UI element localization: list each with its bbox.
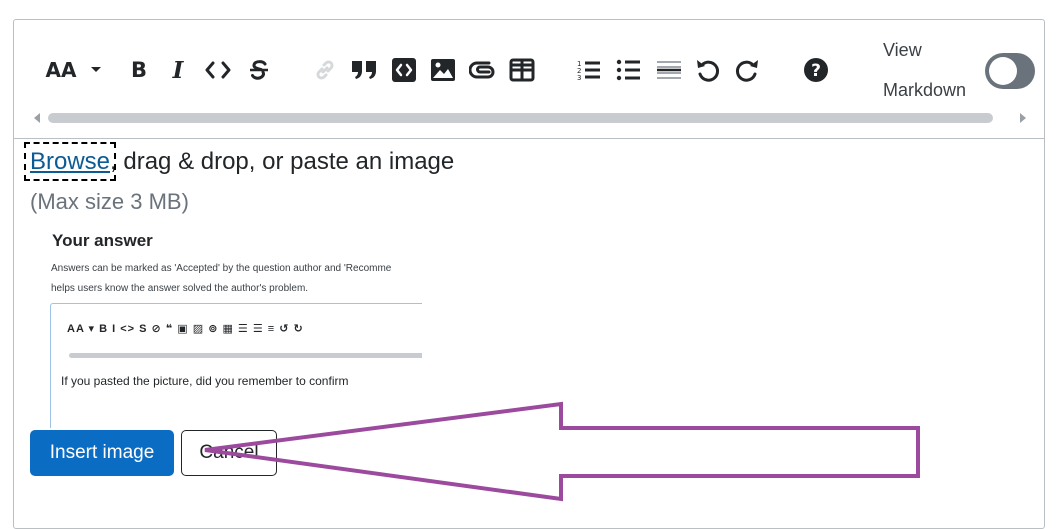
markdown-label: Markdown (883, 80, 967, 100)
cancel-button[interactable]: Cancel (181, 430, 277, 476)
code-icon (205, 61, 231, 79)
code-button[interactable] (204, 56, 232, 84)
view-label: View (883, 40, 922, 60)
link-icon (316, 60, 334, 80)
scroll-left-icon[interactable] (34, 113, 40, 123)
image-icon (431, 59, 455, 81)
italic-icon: I (172, 56, 184, 84)
help-button[interactable]: ? (802, 56, 830, 84)
markdown-toggle[interactable] (985, 53, 1035, 89)
preview-toolbar: AA ▾ B I <> S ⊘ ❝ ▣ ▨ ⊚ ▦ ☰ ☰ ≡ ↺ ↻ (67, 323, 304, 335)
preview-scrollbar (69, 353, 422, 358)
bold-icon: B (130, 58, 147, 82)
preview-desc-line2: helps users know the answer solved the a… (51, 283, 309, 294)
heading-dropdown[interactable] (88, 56, 104, 84)
image-button[interactable] (429, 56, 457, 84)
scroll-right-icon[interactable] (1020, 113, 1026, 123)
preview-editor: AA ▾ B I <> S ⊘ ❝ ▣ ▨ ⊚ ▦ ☰ ☰ ≡ ↺ ↻ If y… (50, 303, 422, 428)
unordered-list-icon (616, 59, 640, 81)
editor-toolbar: AA B I 1 2 3 ? View Markdown (14, 20, 1044, 139)
upload-prompt-text: , drag & drop, or paste an image (110, 148, 455, 175)
strikethrough-button[interactable] (248, 56, 270, 84)
upload-prompt: Browse, drag & drop, or paste an image (23, 142, 455, 181)
code-block-button[interactable] (390, 56, 418, 84)
redo-icon (735, 60, 758, 82)
blockquote-icon (352, 61, 376, 79)
preview-desc-line1: Answers can be marked as 'Accepted' by t… (51, 263, 392, 274)
help-icon: ? (804, 58, 828, 82)
horizontal-rule-icon (657, 61, 681, 79)
bold-button[interactable]: B (128, 56, 150, 84)
ordered-list-icon: 123 (577, 60, 600, 82)
unordered-list-button[interactable] (615, 56, 643, 84)
undo-icon (697, 60, 720, 82)
toggle-knob (989, 57, 1017, 85)
chevron-down-icon (91, 67, 101, 72)
preview-title: Your answer (52, 231, 153, 250)
attachment-button[interactable] (468, 56, 496, 84)
attachment-icon (469, 61, 495, 79)
table-icon (509, 58, 535, 82)
insert-image-button[interactable]: Insert image (30, 430, 174, 476)
table-button[interactable] (508, 56, 536, 84)
max-size-note: (Max size 3 MB) (30, 189, 189, 214)
image-upload-editor: AA B I 1 2 3 ? View Markdown Browse, dra… (13, 19, 1045, 529)
redo-button[interactable] (733, 56, 761, 84)
undo-button[interactable] (694, 56, 722, 84)
image-preview: Your answer Answers can be marked as 'Ac… (50, 230, 422, 428)
svg-text:?: ? (811, 61, 821, 81)
preview-body-text: If you pasted the picture, did you remem… (61, 374, 349, 388)
heading-icon: AA (45, 58, 77, 82)
ordered-list-button[interactable]: 123 (575, 56, 603, 84)
toolbar-scrollbar[interactable] (48, 113, 993, 123)
heading-button[interactable]: AA (45, 56, 77, 84)
svg-text:3: 3 (577, 74, 581, 82)
browse-link[interactable]: Browse (23, 142, 117, 181)
code-block-icon (392, 58, 416, 82)
strikethrough-icon (250, 60, 268, 80)
link-button[interactable] (312, 56, 338, 84)
italic-button[interactable]: I (167, 56, 189, 84)
horizontal-rule-button[interactable] (655, 56, 683, 84)
blockquote-button[interactable] (349, 56, 379, 84)
